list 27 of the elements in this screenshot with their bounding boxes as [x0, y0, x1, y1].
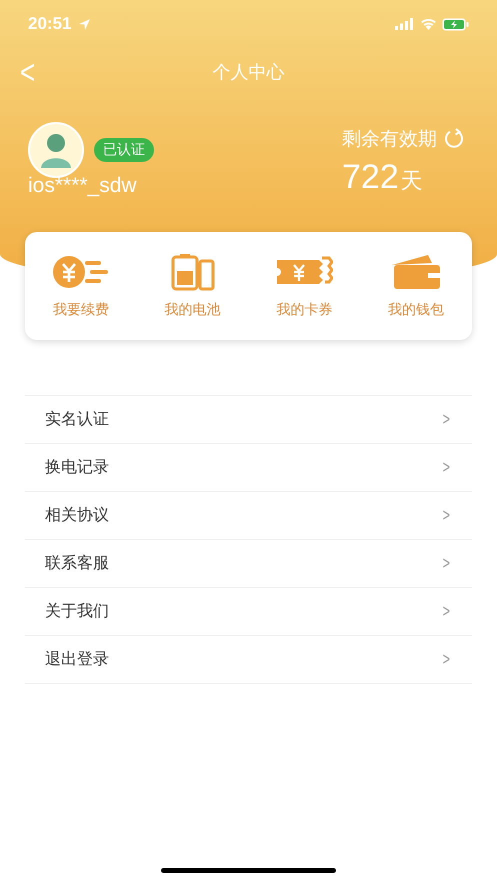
coin-icon — [52, 253, 110, 291]
chevron-icon: > — [443, 505, 450, 526]
days-remaining: 722 — [342, 158, 399, 197]
menu-item[interactable]: 关于我们 > — [25, 588, 472, 636]
status-time: 20:51 — [28, 14, 72, 34]
chevron-icon: > — [443, 409, 450, 430]
refresh-icon[interactable] — [443, 128, 465, 150]
chevron-icon: > — [443, 553, 450, 574]
signal-icon — [395, 18, 415, 30]
page-title: 个人中心 — [212, 61, 284, 84]
menu-item[interactable]: 实名认证 > — [25, 396, 472, 444]
battery-icon — [170, 253, 215, 291]
menu-item[interactable]: 换电记录 > — [25, 444, 472, 492]
avatar — [28, 122, 84, 178]
days-unit: 天 — [400, 167, 423, 195]
chevron-icon: > — [443, 601, 450, 622]
menu-item[interactable]: 退出登录 > — [25, 636, 472, 684]
menu-item[interactable]: 联系客服 > — [25, 540, 472, 588]
location-icon — [78, 18, 92, 30]
verified-badge: 已认证 — [94, 138, 154, 162]
username: ios****_sdw — [28, 174, 138, 198]
wifi-icon — [420, 18, 437, 30]
chevron-icon: > — [443, 649, 450, 670]
chevron-icon: > — [443, 457, 450, 478]
battery-icon — [442, 18, 469, 30]
validity-label: 剩余有效期 — [342, 128, 437, 152]
menu-item[interactable]: 相关协议 > — [25, 492, 472, 540]
